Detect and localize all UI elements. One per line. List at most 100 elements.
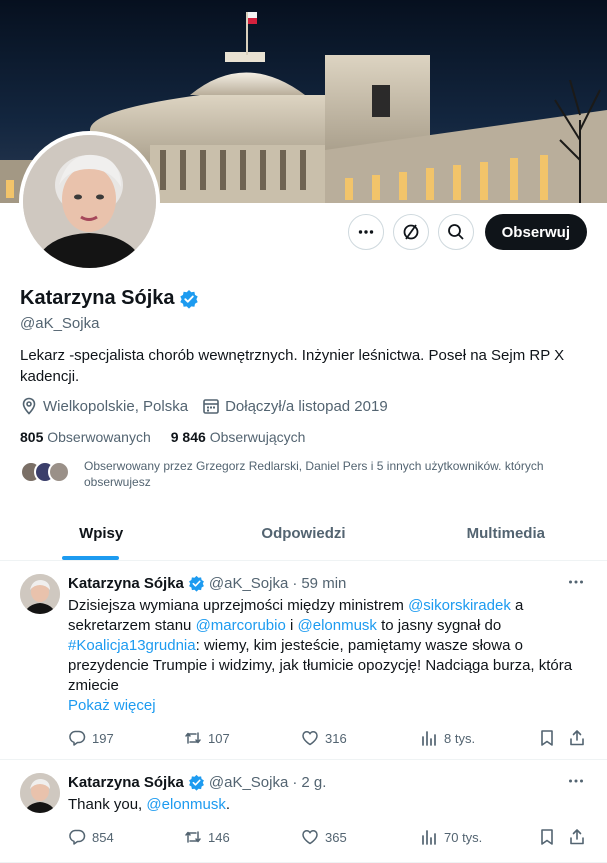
location: Wielkopolskie, Polska [20, 397, 188, 415]
bookmark-button[interactable] [538, 828, 556, 846]
profile-meta: Wielkopolskie, Polska Dołączył/a listopa… [20, 397, 388, 415]
retweet-button[interactable]: 107 [184, 729, 230, 747]
retweet-count: 107 [208, 730, 230, 746]
tweet-timestamp[interactable]: 2 g. [301, 774, 326, 791]
tweet-text-segment: i [285, 617, 298, 634]
more-button[interactable] [347, 214, 384, 250]
share-button[interactable] [568, 828, 586, 846]
profile-tabs: Wpisy Odpowiedzi Multimedia [0, 507, 607, 561]
join-date: Dołączył/a listopad 2019 [202, 397, 388, 415]
followers-label: Obserwujących [209, 429, 306, 445]
search-button[interactable] [437, 214, 474, 250]
view-count: 70 tys. [444, 829, 483, 845]
search-icon [447, 224, 464, 240]
mention-link[interactable]: @elonmusk [146, 796, 225, 813]
follow-button[interactable]: Obserwuj [484, 214, 587, 250]
share-icon [570, 829, 584, 845]
followed-by[interactable]: Obserwowany przez Grzegorz Redlarski, Da… [20, 458, 564, 490]
followers-count: 9 846 [170, 429, 206, 445]
more-icon [569, 779, 583, 783]
tweet-author-handle[interactable]: @aK_Sojka [209, 774, 288, 791]
profile-bio: Lekarz -specjalista chorób wewnętrznych.… [20, 347, 565, 385]
reply-icon [69, 829, 86, 845]
mention-link[interactable]: @marcorubio [196, 617, 286, 634]
tweet-text-segment: . [225, 796, 230, 813]
verified-badge-icon [188, 575, 204, 592]
reply-button[interactable]: 197 [68, 729, 114, 747]
profile-name: Katarzyna Sójka [20, 287, 175, 309]
share-icon [570, 730, 584, 746]
following-label: Obserwowanych [47, 429, 151, 445]
like-count: 365 [325, 829, 347, 845]
profile-handle: @aK_Sojka [20, 315, 100, 332]
tweet-author-name[interactable]: Katarzyna Sójka [68, 774, 184, 791]
heart-icon [302, 830, 318, 845]
tab-posts[interactable]: Wpisy [0, 507, 202, 560]
tweet[interactable]: Katarzyna Sójka @aK_Sojka · 59 min Dzisi… [0, 561, 607, 760]
tab-replies[interactable]: Odpowiedzi [202, 507, 404, 560]
tweet-text-segment: to jasny sygnał do [376, 617, 502, 634]
like-button[interactable]: 365 [301, 828, 347, 846]
calendar-icon [203, 399, 219, 414]
like-button[interactable]: 316 [301, 729, 347, 747]
tweet-avatar[interactable] [20, 773, 60, 813]
reply-icon [69, 730, 86, 746]
like-count: 316 [325, 730, 347, 746]
show-more-link[interactable]: Pokaż więcej [68, 697, 156, 714]
tweet-timestamp[interactable]: 59 min [301, 575, 346, 592]
tweet-actions: 854 146 365 70 tys. [68, 828, 588, 848]
avatar-photo [20, 773, 60, 813]
verified-badge-icon[interactable] [179, 289, 199, 309]
hashtag-link[interactable]: #Koalicja13grudnia [68, 637, 196, 654]
more-icon [358, 230, 373, 234]
profile-name-row: Katarzyna Sójka [20, 287, 199, 310]
followed-by-text: Obserwowany przez Grzegorz Redlarski, Da… [84, 459, 544, 489]
tweet-text-segment: Dzisiejsza wymiana uprzejmości między mi… [68, 597, 409, 614]
bookmark-icon [541, 829, 553, 845]
avatar-photo [23, 135, 156, 268]
tweet-header: Katarzyna Sójka @aK_Sojka · 2 g. [68, 774, 326, 791]
retweet-count: 146 [208, 829, 230, 845]
following-count: 805 [20, 429, 44, 445]
subscribe-button[interactable] [392, 214, 429, 250]
analytics-icon [422, 731, 436, 746]
share-button[interactable] [568, 729, 586, 747]
reply-count: 197 [92, 730, 114, 746]
tweet-actions: 197 107 316 8 tys. [68, 729, 588, 749]
tab-media[interactable]: Multimedia [405, 507, 607, 560]
retweet-button[interactable]: 146 [184, 828, 230, 846]
views-button[interactable]: 8 tys. [420, 729, 475, 747]
bookmark-icon [541, 730, 553, 746]
profile-actions: Obserwuj [347, 214, 587, 250]
tweet-more-button[interactable] [567, 573, 585, 595]
avatar [48, 461, 70, 483]
mention-link[interactable]: @sikorskiradek [408, 597, 511, 614]
separator-dot: · [292, 575, 298, 592]
join-date-text: Dołączył/a listopad 2019 [225, 397, 388, 415]
tweet[interactable]: Katarzyna Sójka @aK_Sojka · 2 g. Thank y… [0, 760, 607, 863]
analytics-icon [422, 830, 436, 845]
following-link[interactable]: 805 Obserwowanych [20, 429, 151, 445]
followers-link[interactable]: 9 846 Obserwujących [171, 429, 306, 445]
tweet-author-handle[interactable]: @aK_Sojka [209, 575, 288, 592]
follow-counts: 805 Obserwowanych 9 846 Obserwujących [20, 429, 305, 445]
bookmark-button[interactable] [538, 729, 556, 747]
more-icon [569, 580, 583, 584]
followers-you-know-avatars [20, 461, 70, 490]
mention-link[interactable]: @elonmusk [298, 617, 377, 634]
location-icon [22, 397, 36, 415]
location-text: Wielkopolskie, Polska [43, 397, 189, 415]
retweet-icon [185, 831, 201, 843]
tweet-text: Thank you, @elonmusk. [68, 795, 593, 815]
tweet-text: Dzisiejsza wymiana uprzejmości między mi… [68, 596, 593, 716]
verified-badge-icon [188, 774, 204, 791]
avatar-photo [20, 574, 60, 614]
reply-button[interactable]: 854 [68, 828, 114, 846]
profile-avatar[interactable] [19, 131, 160, 272]
tweet-author-name[interactable]: Katarzyna Sójka [68, 575, 184, 592]
views-button[interactable]: 70 tys. [420, 828, 482, 846]
view-count: 8 tys. [444, 730, 476, 746]
tweet-more-button[interactable] [567, 772, 585, 794]
separator-dot: · [292, 774, 298, 791]
tweet-avatar[interactable] [20, 574, 60, 614]
